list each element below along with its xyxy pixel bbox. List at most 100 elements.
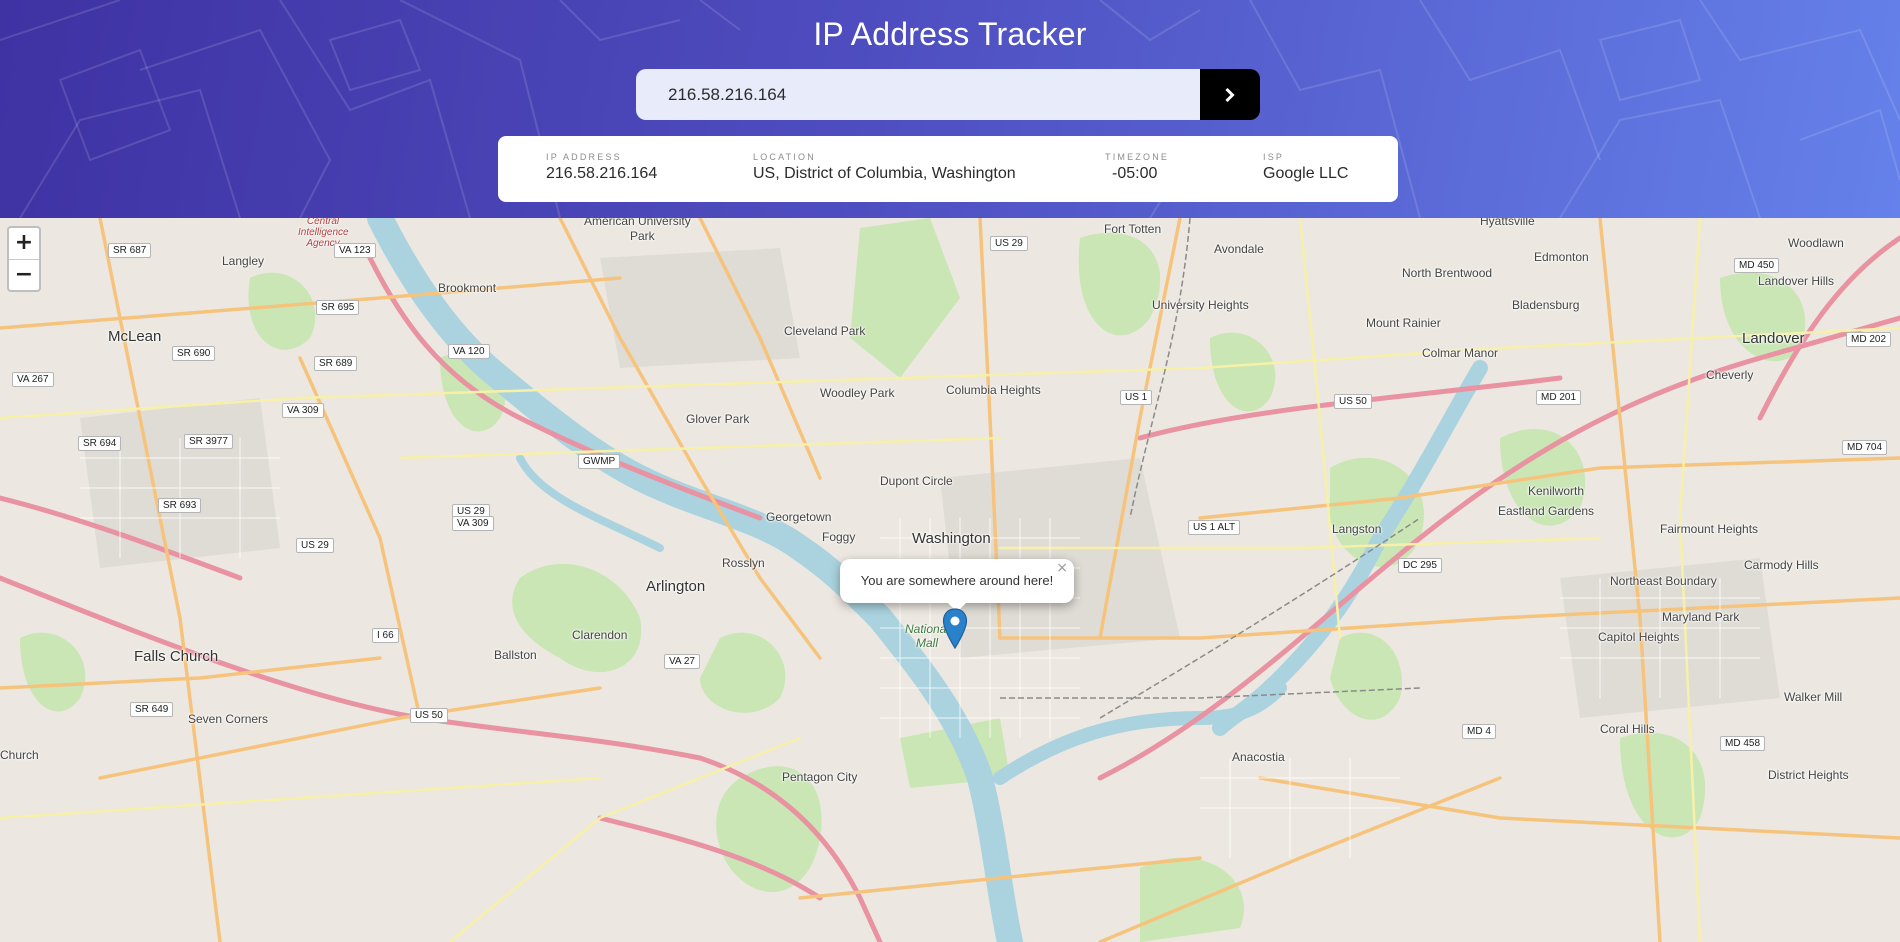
shield: VA 123 <box>334 243 376 258</box>
label-district-heights: District Heights <box>1768 768 1849 782</box>
timezone-block: TIMEZONE -05:00 <box>1105 152 1169 183</box>
label-columbia-heights: Columbia Heights <box>946 383 1041 397</box>
shield: MD 450 <box>1734 258 1780 273</box>
label-glover-park: Glover Park <box>686 412 750 426</box>
shield: US 50 <box>410 708 448 723</box>
label-woodlawn: Woodlawn <box>1788 236 1844 250</box>
label-kenilworth: Kenilworth <box>1528 484 1585 498</box>
shield: I 66 <box>372 628 399 643</box>
label-fairmount-heights: Fairmount Heights <box>1660 522 1759 536</box>
label-church: Church <box>0 748 39 762</box>
isp-block: ISP Google LLC <box>1263 152 1348 183</box>
label-walker-mill: Walker Mill <box>1784 690 1843 704</box>
location-label: LOCATION <box>753 152 816 162</box>
location-value: US, District of Columbia, Washington <box>753 165 1016 182</box>
label-dupont-circle: Dupont Circle <box>880 474 953 488</box>
shield: SR 689 <box>314 356 358 371</box>
shield: US 29 <box>990 236 1028 251</box>
label-bladensburg: Bladensburg <box>1512 298 1580 312</box>
shield: SR 3977 <box>184 434 233 449</box>
shield: VA 309 <box>282 403 324 418</box>
shield: US 1 ALT <box>1188 520 1241 535</box>
label-fort-totten: Fort Totten <box>1104 222 1162 236</box>
location-marker-icon[interactable] <box>942 608 968 650</box>
shield: SR 693 <box>158 498 202 513</box>
label-north-brentwood: North Brentwood <box>1402 266 1493 280</box>
label-cleveland-park: Cleveland Park <box>784 324 866 338</box>
shield: GWMP <box>578 454 621 469</box>
label-langston: Langston <box>1332 522 1382 536</box>
zoom-in-button[interactable]: + <box>9 228 39 260</box>
page-title: IP Address Tracker <box>813 16 1087 52</box>
label-park: Park <box>630 229 655 243</box>
map-zoom-control: + − <box>7 226 41 292</box>
label-arlington: Arlington <box>646 578 706 595</box>
ip-address-block: IP ADDRESS 216.58.216.164 <box>546 152 657 183</box>
label-langley: Langley <box>222 254 265 268</box>
label-avondale: Avondale <box>1214 242 1264 256</box>
shield: SR 695 <box>316 300 360 315</box>
shield: VA 309 <box>452 516 494 531</box>
label-falls-church: Falls Church <box>134 648 219 665</box>
label-hyattsville: Hyattsville <box>1480 218 1535 228</box>
label-anacostia: Anacostia <box>1232 750 1285 764</box>
label-rosslyn: Rosslyn <box>722 556 765 570</box>
label-foggy: Foggy <box>822 530 856 544</box>
label-colmar-manor: Colmar Manor <box>1422 346 1499 360</box>
label-pentagon-city: Pentagon City <box>782 770 858 784</box>
popup-close-button[interactable]: × <box>1056 560 1068 576</box>
ip-address-value: 216.58.216.164 <box>546 165 658 182</box>
shield: MD 4 <box>1462 724 1496 739</box>
shield: MD 202 <box>1846 332 1892 347</box>
search-bar <box>636 69 1260 120</box>
label-ballston: Ballston <box>494 648 537 662</box>
shield: VA 27 <box>664 654 700 669</box>
shield: VA 267 <box>12 372 54 387</box>
label-cheverly: Cheverly <box>1706 368 1754 382</box>
label-edmonton: Edmonton <box>1534 250 1589 264</box>
shield: US 1 <box>1120 390 1153 405</box>
label-landover: Landover <box>1742 330 1805 347</box>
timezone-label: TIMEZONE <box>1105 152 1170 162</box>
label-woodley-park: Woodley Park <box>820 386 895 400</box>
isp-value: Google LLC <box>1263 165 1349 182</box>
header: IP Address Tracker IP ADDRESS 216.58.216… <box>0 0 1900 218</box>
shield: MD 458 <box>1720 736 1766 751</box>
label-northeast-boundary: Northeast Boundary <box>1610 574 1717 588</box>
shield: DC 295 <box>1398 558 1442 573</box>
label-mclean: McLean <box>108 328 162 345</box>
label-maryland-park: Maryland Park <box>1662 610 1740 624</box>
label-washington: Washington <box>912 530 991 547</box>
shield: VA 120 <box>448 344 490 359</box>
label-capitol-heights: Capitol Heights <box>1598 630 1680 644</box>
shield: MD 201 <box>1536 390 1582 405</box>
label-mount-rainier: Mount Rainier <box>1366 316 1441 330</box>
label-coral-hills: Coral Hills <box>1600 722 1655 736</box>
label-seven-corners: Seven Corners <box>188 712 269 726</box>
zoom-out-button[interactable]: − <box>9 260 39 290</box>
label-brookmont: Brookmont <box>438 281 497 295</box>
ip-info-card: IP ADDRESS 216.58.216.164 LOCATION US, D… <box>498 136 1398 202</box>
shield: US 29 <box>296 538 334 553</box>
shield: SR 687 <box>108 243 152 258</box>
label-carmody-hills: Carmody Hills <box>1744 558 1819 572</box>
location-block: LOCATION US, District of Columbia, Washi… <box>753 152 1016 183</box>
search-submit-button[interactable] <box>1200 69 1260 120</box>
label-eastland-gardens: Eastland Gardens <box>1498 504 1595 518</box>
label-landover-hills: Landover Hills <box>1758 274 1835 288</box>
ip-address-label: IP ADDRESS <box>546 152 622 162</box>
label-american-university: American University <box>584 218 691 228</box>
timezone-value: -05:00 <box>1112 165 1158 182</box>
shield: US 50 <box>1334 394 1372 409</box>
shield: SR 649 <box>130 702 174 717</box>
chevron-right-icon <box>1225 87 1235 102</box>
shield: MD 704 <box>1842 440 1888 455</box>
shield: SR 694 <box>78 436 122 451</box>
ip-search-input[interactable] <box>636 69 1200 120</box>
label-clarendon: Clarendon <box>572 628 628 642</box>
label-university-heights: University Heights <box>1152 298 1249 312</box>
popup-text: You are somewhere around here! <box>860 573 1054 588</box>
location-popup: You are somewhere around here! × <box>840 559 1074 603</box>
label-georgetown: Georgetown <box>766 510 832 524</box>
isp-label: ISP <box>1263 152 1285 162</box>
